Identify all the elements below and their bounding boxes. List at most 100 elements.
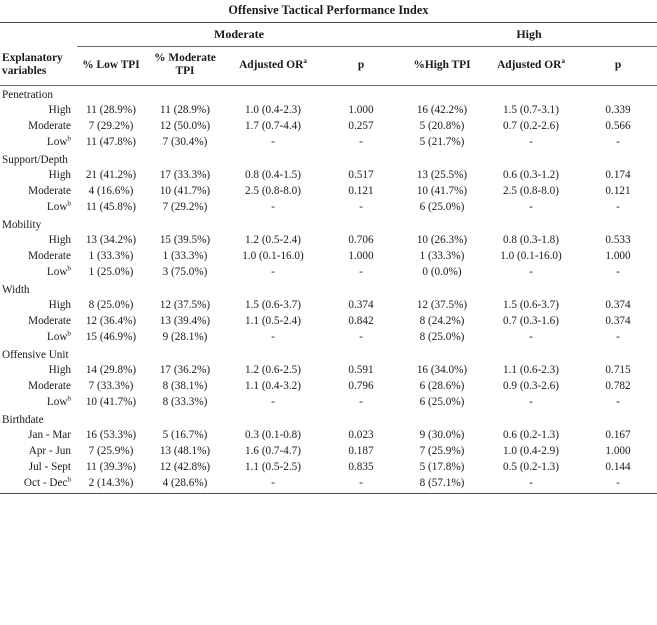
row-label: Moderate: [0, 118, 77, 134]
cell-low_tpi: 8 (25.0%): [88, 299, 134, 312]
cell-high_p: 0.374: [605, 299, 631, 312]
cell-moderate_tpi: 15 (39.5%): [159, 234, 211, 247]
cell-mod_p: -: [359, 266, 363, 279]
cell-mod_or: 0.8 (0.4-1.5): [245, 169, 301, 182]
row-label-text: High: [48, 234, 71, 247]
row-label-text: High: [48, 169, 71, 182]
cell-mod_p: 1.000: [348, 104, 374, 117]
table-row: Moderate 12 (36.4%) 13 (39.4%) 1.1 (0.5-2.4…: [0, 313, 657, 329]
cell-high_or: 0.8 (0.3-1.8): [503, 234, 559, 247]
section-label: Mobility: [2, 219, 42, 232]
footnote-marker-b: b: [67, 199, 71, 208]
row-label: Moderate: [0, 313, 77, 329]
row-label: Jan - Mar: [0, 427, 77, 443]
cell-mod_p: 1.000: [348, 250, 374, 263]
row-label-text: Jul - Sept: [28, 461, 71, 474]
cell-high_tpi: 8 (25.0%): [419, 331, 465, 344]
table-row: Lowb 15 (46.9%) 9 (28.1%) - - 8 (25.0%) - -: [0, 329, 657, 345]
row-label: Lowb: [0, 329, 77, 345]
cell-mod_or: -: [271, 136, 275, 149]
performance-index-table: Offensive Tactical Performance Index Mod…: [0, 0, 657, 495]
section-label: Support/Depth: [2, 154, 68, 167]
cell-high_p: 0.715: [605, 364, 631, 377]
table-row: Apr - Jun 7 (25.9%) 13 (48.1%) 1.6 (0.7-4.7…: [0, 443, 657, 459]
cell-high_or: 0.6 (0.3-1.2): [503, 169, 559, 182]
table-row: Oct - Decb 2 (14.3%) 4 (28.6%) - -8 (57.1%) -…: [0, 475, 657, 495]
row-label-text: Moderate: [28, 380, 71, 393]
footnote-marker-b: b: [67, 329, 71, 338]
cell-mod_p: -: [359, 331, 363, 344]
cell-high_tpi: 6 (25.0%): [419, 201, 465, 214]
cell-high_tpi: 10 (26.3%): [416, 234, 468, 247]
cell-high_or: -: [483, 475, 579, 495]
cell-low_tpi: 16 (53.3%): [85, 429, 137, 442]
cell-mod_or: 1.1 (0.5-2.4): [245, 315, 301, 328]
table-title-row: Offensive Tactical Performance Index: [0, 0, 657, 23]
cell-high_p: -: [616, 396, 620, 409]
cell-high_or: -: [529, 331, 533, 344]
row-label-text: High: [48, 104, 71, 117]
cell-moderate_tpi: 12 (42.8%): [159, 461, 211, 474]
section-label: Offensive Unit: [2, 349, 69, 362]
table-row: High 14 (29.8%) 17 (36.2%) 1.2 (0.6-2.5) 0.5…: [0, 362, 657, 378]
table-row: Jan - Mar 16 (53.3%) 5 (16.7%) 0.3 (0.1-0.8…: [0, 427, 657, 443]
cell-high_or: -: [529, 396, 533, 409]
cell-mod_or: -: [271, 396, 275, 409]
row-label-text: Low: [46, 331, 68, 344]
cell-high_or: 0.7 (0.2-2.6): [503, 120, 559, 133]
cell-high_or: 1.1 (0.6-2.3): [503, 364, 559, 377]
cell-moderate_tpi: 12 (50.0%): [159, 120, 211, 133]
table-row: High 11 (28.9%) 11 (28.9%) 1.0 (0.4-2.3) 1.0…: [0, 102, 657, 118]
row-label: Moderate: [0, 378, 77, 394]
table-row: Lowb 1 (25.0%) 3 (75.0%) - - 0 (0.0%) - -: [0, 264, 657, 280]
cell-high_tpi: 16 (34.0%): [416, 364, 468, 377]
row-label: High: [0, 167, 77, 183]
cell-low_tpi: 14 (29.8%): [85, 364, 137, 377]
row-label: Moderate: [0, 183, 77, 199]
row-label: Lowb: [0, 394, 77, 410]
cell-high_tpi: 8 (57.1%): [401, 475, 483, 495]
cell-mod_or: 1.5 (0.6-3.7): [245, 299, 301, 312]
cell-mod_p: 0.187: [348, 445, 374, 458]
cell-high_or: 1.5 (0.7-3.1): [503, 104, 559, 117]
footnote-marker-b: b: [67, 134, 71, 143]
footnote-marker-b: b: [67, 264, 71, 273]
cell-high_p: 0.566: [605, 120, 631, 133]
table-row: Lowb 10 (41.7%) 8 (33.3%) - - 6 (25.0%) - -: [0, 394, 657, 410]
row-label-text: Low: [46, 396, 68, 409]
row-label: Moderate: [0, 248, 77, 264]
section-header-row: Width: [0, 280, 657, 297]
cell-low_tpi: 10 (41.7%): [85, 396, 137, 409]
cell-high_p: 0.533: [605, 234, 631, 247]
row-label: Apr - Jun: [0, 443, 77, 459]
cell-low_tpi: 4 (16.6%): [88, 185, 134, 198]
cell-low_tpi: 7 (33.3%): [88, 380, 134, 393]
table-row: Moderate 7 (33.3%) 8 (38.1%) 1.1 (0.4-3.2) 0…: [0, 378, 657, 394]
cell-mod_or: 1.0 (0.1-16.0): [242, 250, 304, 263]
cell-high_p: 1.000: [605, 445, 631, 458]
cell-moderate_tpi: 3 (75.0%): [162, 266, 208, 279]
column-header-explanatory-variables: Explanatory variables: [0, 46, 77, 87]
cell-moderate_tpi: 7 (30.4%): [162, 136, 208, 149]
row-label-text: Moderate: [28, 185, 71, 198]
cell-mod_p: 0.121: [348, 185, 374, 198]
cell-high_or: 1.5 (0.6-3.7): [503, 299, 559, 312]
row-label: High: [0, 362, 77, 378]
cell-mod_p: 0.842: [348, 315, 374, 328]
row-label-text: Low: [46, 201, 68, 214]
cell-mod_p: 0.257: [348, 120, 374, 133]
cell-mod_or: 1.2 (0.6-2.5): [245, 364, 301, 377]
cell-moderate_tpi: 7 (29.2%): [162, 201, 208, 214]
cell-low_tpi: 11 (45.8%): [86, 201, 136, 214]
cell-high_or: -: [529, 201, 533, 214]
section-header-row: Mobility: [0, 215, 657, 232]
row-label-text: High: [48, 299, 71, 312]
row-label: Lowb: [0, 199, 77, 215]
cell-high_p: -: [616, 266, 620, 279]
cell-high_or: 0.6 (0.2-1.3): [503, 429, 559, 442]
cell-high_tpi: 8 (24.2%): [419, 315, 465, 328]
cell-high_p: 0.174: [605, 169, 631, 182]
cell-high_tpi: 1 (33.3%): [419, 250, 465, 263]
cell-high_tpi: 7 (25.9%): [419, 445, 465, 458]
cell-high_or: 0.5 (0.2-1.3): [503, 461, 559, 474]
